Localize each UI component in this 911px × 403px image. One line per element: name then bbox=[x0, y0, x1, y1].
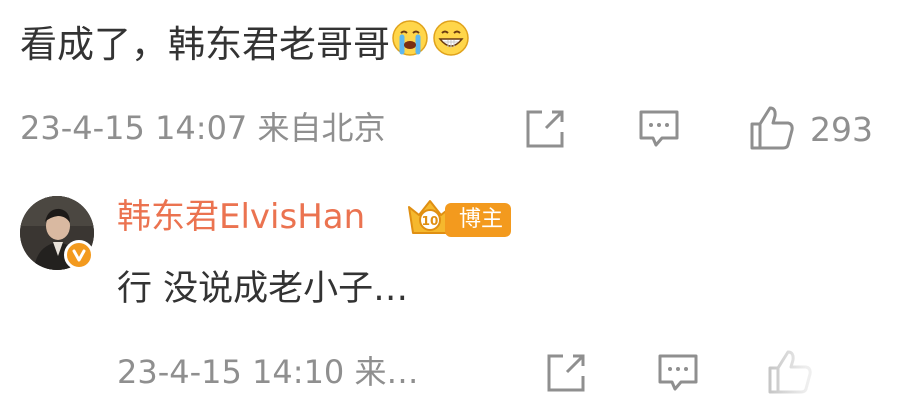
reply-timestamp: 23-4-15 14:10 bbox=[117, 353, 345, 391]
badge-level: 10 bbox=[422, 214, 439, 228]
comment-text: 看成了，韩东君老哥哥 bbox=[20, 20, 472, 69]
comment-icon bbox=[658, 354, 698, 391]
reply-meta: 23-4-15 14:10 来… bbox=[117, 352, 418, 392]
grinning-emoji-icon bbox=[430, 18, 472, 69]
share-icon bbox=[526, 110, 564, 148]
like-count: 293 bbox=[810, 110, 873, 149]
comment-timestamp: 23-4-15 14:07 bbox=[20, 109, 248, 147]
reply-share-button[interactable] bbox=[545, 352, 587, 398]
like-button[interactable] bbox=[748, 104, 796, 156]
share-icon bbox=[547, 354, 585, 392]
reply-text: 行 没说成老小子… bbox=[117, 269, 409, 309]
share-button[interactable] bbox=[524, 108, 566, 154]
comment-icon bbox=[639, 110, 679, 147]
comment-location: 来自北京 bbox=[257, 109, 386, 147]
reply-comment-button[interactable] bbox=[657, 352, 699, 398]
crying-emoji-icon bbox=[390, 18, 430, 69]
author-badge: 博主 bbox=[445, 203, 512, 237]
thumbs-up-icon bbox=[750, 106, 794, 150]
comment-meta: 23-4-15 14:07 来自北京 bbox=[20, 108, 385, 148]
comment-body: 看成了，韩东君老哥哥 bbox=[20, 23, 390, 66]
reply-author[interactable]: 韩东君ElvisHan bbox=[117, 196, 365, 238]
comment-button[interactable] bbox=[638, 108, 680, 154]
fade-overlay bbox=[720, 338, 911, 403]
verified-badge-icon bbox=[64, 240, 94, 270]
reply-location: 来… bbox=[354, 353, 419, 391]
